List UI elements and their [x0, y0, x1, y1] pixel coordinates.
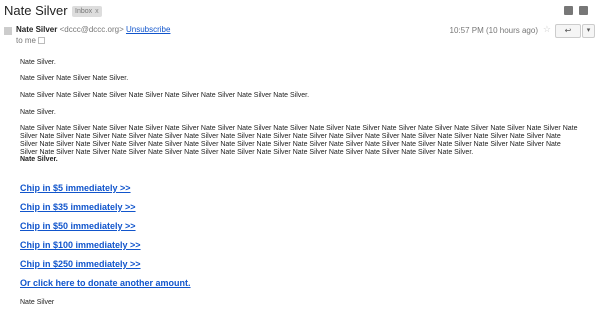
donate-35-link[interactable]: Chip in $35 immediately >>	[20, 202, 136, 212]
body-paragraph-4: Nate Silver.	[20, 109, 56, 116]
unsubscribe-link[interactable]: Unsubscribe	[126, 25, 170, 34]
reply-button[interactable]: ↩	[555, 24, 581, 38]
donate-100-link[interactable]: Chip in $100 immediately >>	[20, 240, 141, 250]
recipient-line: to me	[16, 36, 46, 45]
recipient-label: to me	[16, 36, 37, 45]
email-subject: Nate Silver	[4, 3, 68, 18]
sender-line: Nate Silver <dccc@dccc.org> Unsubscribe	[16, 25, 170, 34]
body-paragraph-3: Nate Silver Nate Silver Nate Silver Nate…	[20, 92, 310, 99]
avatar	[4, 27, 12, 35]
remove-label-icon[interactable]: x	[95, 8, 99, 15]
more-options-button[interactable]: ▾	[582, 24, 595, 38]
subject-bar: Nate Silver Inbox x	[0, 0, 596, 20]
message-header: Nate Silver <dccc@dccc.org> Unsubscribe …	[0, 24, 596, 48]
donate-other-link[interactable]: Or click here to donate another amount.	[20, 278, 191, 288]
donate-250-link[interactable]: Chip in $250 immediately >>	[20, 259, 141, 269]
sender-email: <dccc@dccc.org>	[59, 25, 124, 34]
donate-50-link[interactable]: Chip in $50 immediately >>	[20, 221, 136, 231]
sender-name[interactable]: Nate Silver	[16, 25, 57, 34]
signature: Nate Silver	[20, 299, 55, 306]
timestamp: 10:57 PM (10 hours ago)	[449, 26, 539, 35]
body-paragraph-6: Nate Silver.	[20, 156, 58, 163]
inbox-label-text: Inbox	[75, 8, 93, 15]
top-icons	[564, 6, 588, 15]
inbox-label-chip[interactable]: Inbox x	[72, 6, 102, 17]
body-paragraph-1: Nate Silver.	[20, 59, 56, 66]
donate-5-link[interactable]: Chip in $5 immediately >>	[20, 183, 131, 193]
show-details-icon[interactable]	[38, 37, 46, 45]
body-paragraph-5: Nate Silver Nate Silver Nate Silver Nate…	[20, 125, 578, 156]
star-icon[interactable]: ☆	[543, 24, 551, 35]
body-paragraph-2: Nate Silver Nate Silver Nate Silver.	[20, 75, 129, 82]
new-window-icon[interactable]	[579, 6, 588, 15]
print-icon[interactable]	[564, 6, 573, 15]
